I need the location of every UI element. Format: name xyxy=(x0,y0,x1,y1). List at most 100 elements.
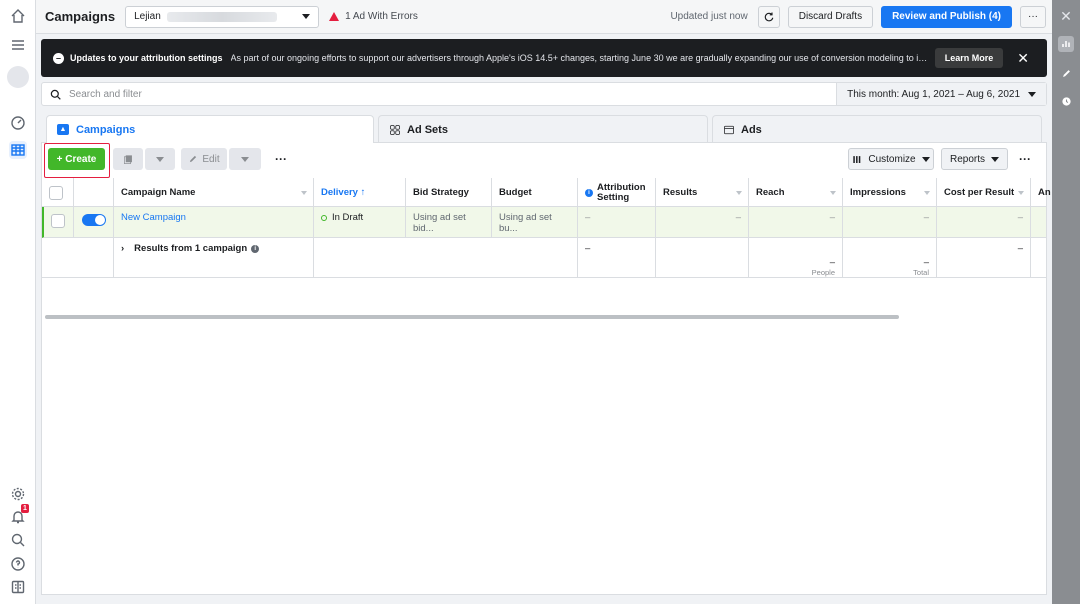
reports-button[interactable]: Reports xyxy=(941,148,1008,170)
pages-icon[interactable] xyxy=(9,578,27,596)
attribution-banner: – Updates to your attribution settings A… xyxy=(41,39,1047,77)
duplicate-button[interactable] xyxy=(113,148,143,170)
search-filter-bar[interactable]: Search and filter This month: Aug 1, 202… xyxy=(41,82,1047,106)
minus-circle-icon: – xyxy=(53,52,64,64)
settings-gear-icon[interactable] xyxy=(9,485,27,503)
edit-button[interactable]: Edit xyxy=(181,148,227,170)
refresh-icon xyxy=(764,12,774,21)
right-side-rail: ✕ xyxy=(1052,0,1080,604)
header-label: Bid Strategy xyxy=(413,187,469,198)
customize-columns-button[interactable]: Customize xyxy=(848,148,934,170)
errors-label: 1 Ad With Errors xyxy=(345,11,418,22)
col-impressions[interactable]: Impressions xyxy=(843,178,937,207)
horizontal-scrollbar[interactable] xyxy=(45,315,899,319)
warning-icon xyxy=(329,12,340,21)
close-icon[interactable]: ✕ xyxy=(1017,50,1029,67)
campaigns-panel: + Create Edit ··· Customize Reports ··· xyxy=(41,142,1051,595)
create-button[interactable]: + Create xyxy=(48,148,105,170)
select-all-cell xyxy=(42,178,74,207)
top-bar: Campaigns Lejian 1 Ad With Errors Update… xyxy=(36,0,1052,34)
search-input[interactable]: Search and filter xyxy=(69,89,142,100)
header-label: Delivery ↑ xyxy=(321,187,366,198)
header-label: Impressions xyxy=(850,187,906,198)
campaign-toggle[interactable] xyxy=(82,214,106,226)
toggle-header xyxy=(74,178,114,207)
col-attribution[interactable]: i Attribution Setting xyxy=(578,178,656,207)
campaign-name-link[interactable]: New Campaign xyxy=(121,212,186,223)
history-clock-icon[interactable] xyxy=(1058,93,1074,109)
notification-badge: 1 xyxy=(21,504,29,513)
impressions-cell: – xyxy=(843,207,937,237)
notifications-bell-icon[interactable]: 1 xyxy=(9,504,29,526)
dashboard-icon[interactable] xyxy=(9,114,27,132)
table-grid-icon[interactable] xyxy=(9,141,27,159)
summary-reach-unit: People xyxy=(811,268,835,277)
menu-icon[interactable] xyxy=(9,36,27,54)
ad-sets-icon xyxy=(390,124,400,135)
edit-dropdown[interactable] xyxy=(229,148,261,170)
left-nav-rail: 1 xyxy=(0,0,36,604)
date-range-picker[interactable]: This month: Aug 1, 2021 – Aug 6, 2021 xyxy=(836,83,1046,105)
avatar[interactable] xyxy=(7,66,29,88)
panel-more-button[interactable]: ··· xyxy=(1014,148,1036,170)
chevron-down-icon xyxy=(156,156,164,162)
row-select-cell xyxy=(44,207,74,237)
header-label: Reach xyxy=(756,187,785,198)
row-checkbox[interactable] xyxy=(51,214,65,228)
chevron-down-icon xyxy=(241,156,249,162)
sort-icon xyxy=(736,191,742,195)
cost-per-result-cell: – xyxy=(937,207,1031,237)
discard-drafts-button[interactable]: Discard Drafts xyxy=(787,5,874,28)
help-icon[interactable] xyxy=(9,555,27,573)
summary-spacer-cell xyxy=(314,238,578,277)
sort-icon xyxy=(301,191,307,195)
header-label: Budget xyxy=(499,187,532,198)
learn-more-button[interactable]: Learn More xyxy=(934,48,1004,68)
close-icon[interactable]: ✕ xyxy=(1058,8,1074,24)
chevron-down-icon xyxy=(991,156,999,162)
reports-label: Reports xyxy=(949,153,985,165)
col-reach[interactable]: Reach xyxy=(749,178,843,207)
bid-strategy-cell: Using ad set bid... xyxy=(406,207,492,237)
sort-icon xyxy=(830,191,836,195)
edit-pencil-icon[interactable] xyxy=(1058,65,1074,81)
banner-title: Updates to your attribution settings xyxy=(70,53,223,63)
select-all-checkbox[interactable] xyxy=(49,185,63,200)
errors-indicator[interactable]: 1 Ad With Errors xyxy=(329,11,418,22)
tab-campaigns[interactable]: ▲ Campaigns xyxy=(46,115,374,143)
summary-cpr-cell: – xyxy=(937,238,1031,277)
col-cost-per-result[interactable]: Cost per Result xyxy=(937,178,1031,207)
ads-icon xyxy=(724,125,734,134)
bar-chart-icon[interactable] xyxy=(1058,36,1074,52)
col-budget[interactable]: Budget xyxy=(492,178,578,207)
col-amount[interactable]: An xyxy=(1031,178,1051,207)
duplicate-dropdown[interactable] xyxy=(145,148,175,170)
summary-reach-cell: – People xyxy=(749,238,843,277)
search-icon[interactable] xyxy=(9,531,27,549)
header-label: Results xyxy=(663,187,698,198)
summary-row: › Results from 1 campaign i – – People –… xyxy=(42,238,1046,278)
summary-label-cell[interactable]: › Results from 1 campaign i xyxy=(114,238,314,277)
home-icon[interactable] xyxy=(9,7,27,25)
tab-ad-sets[interactable]: Ad Sets xyxy=(378,115,708,143)
summary-impressions-unit: Total xyxy=(913,268,929,277)
more-options-button[interactable]: ··· xyxy=(1020,5,1046,28)
account-selector[interactable]: Lejian xyxy=(125,5,320,28)
toolbar-more-button[interactable]: ··· xyxy=(270,148,292,170)
info-icon: i xyxy=(585,188,593,197)
tab-label: Campaigns xyxy=(76,123,136,136)
columns-icon xyxy=(853,155,861,163)
col-delivery[interactable]: Delivery ↑ xyxy=(314,178,406,207)
pencil-icon xyxy=(190,155,197,163)
tab-label: Ad Sets xyxy=(407,123,448,136)
col-results[interactable]: Results xyxy=(656,178,749,207)
col-bid-strategy[interactable]: Bid Strategy xyxy=(406,178,492,207)
row-toggle-cell xyxy=(74,207,114,237)
tab-ads[interactable]: Ads xyxy=(712,115,1042,143)
refresh-button[interactable] xyxy=(757,5,780,28)
col-campaign-name[interactable]: Campaign Name xyxy=(114,178,314,207)
table-row[interactable]: New Campaign In Draft Using ad set bid..… xyxy=(42,207,1046,238)
review-publish-button[interactable]: Review and Publish (4) xyxy=(881,5,1012,28)
customize-label: Customize xyxy=(868,153,916,165)
reach-cell: – xyxy=(749,207,843,237)
